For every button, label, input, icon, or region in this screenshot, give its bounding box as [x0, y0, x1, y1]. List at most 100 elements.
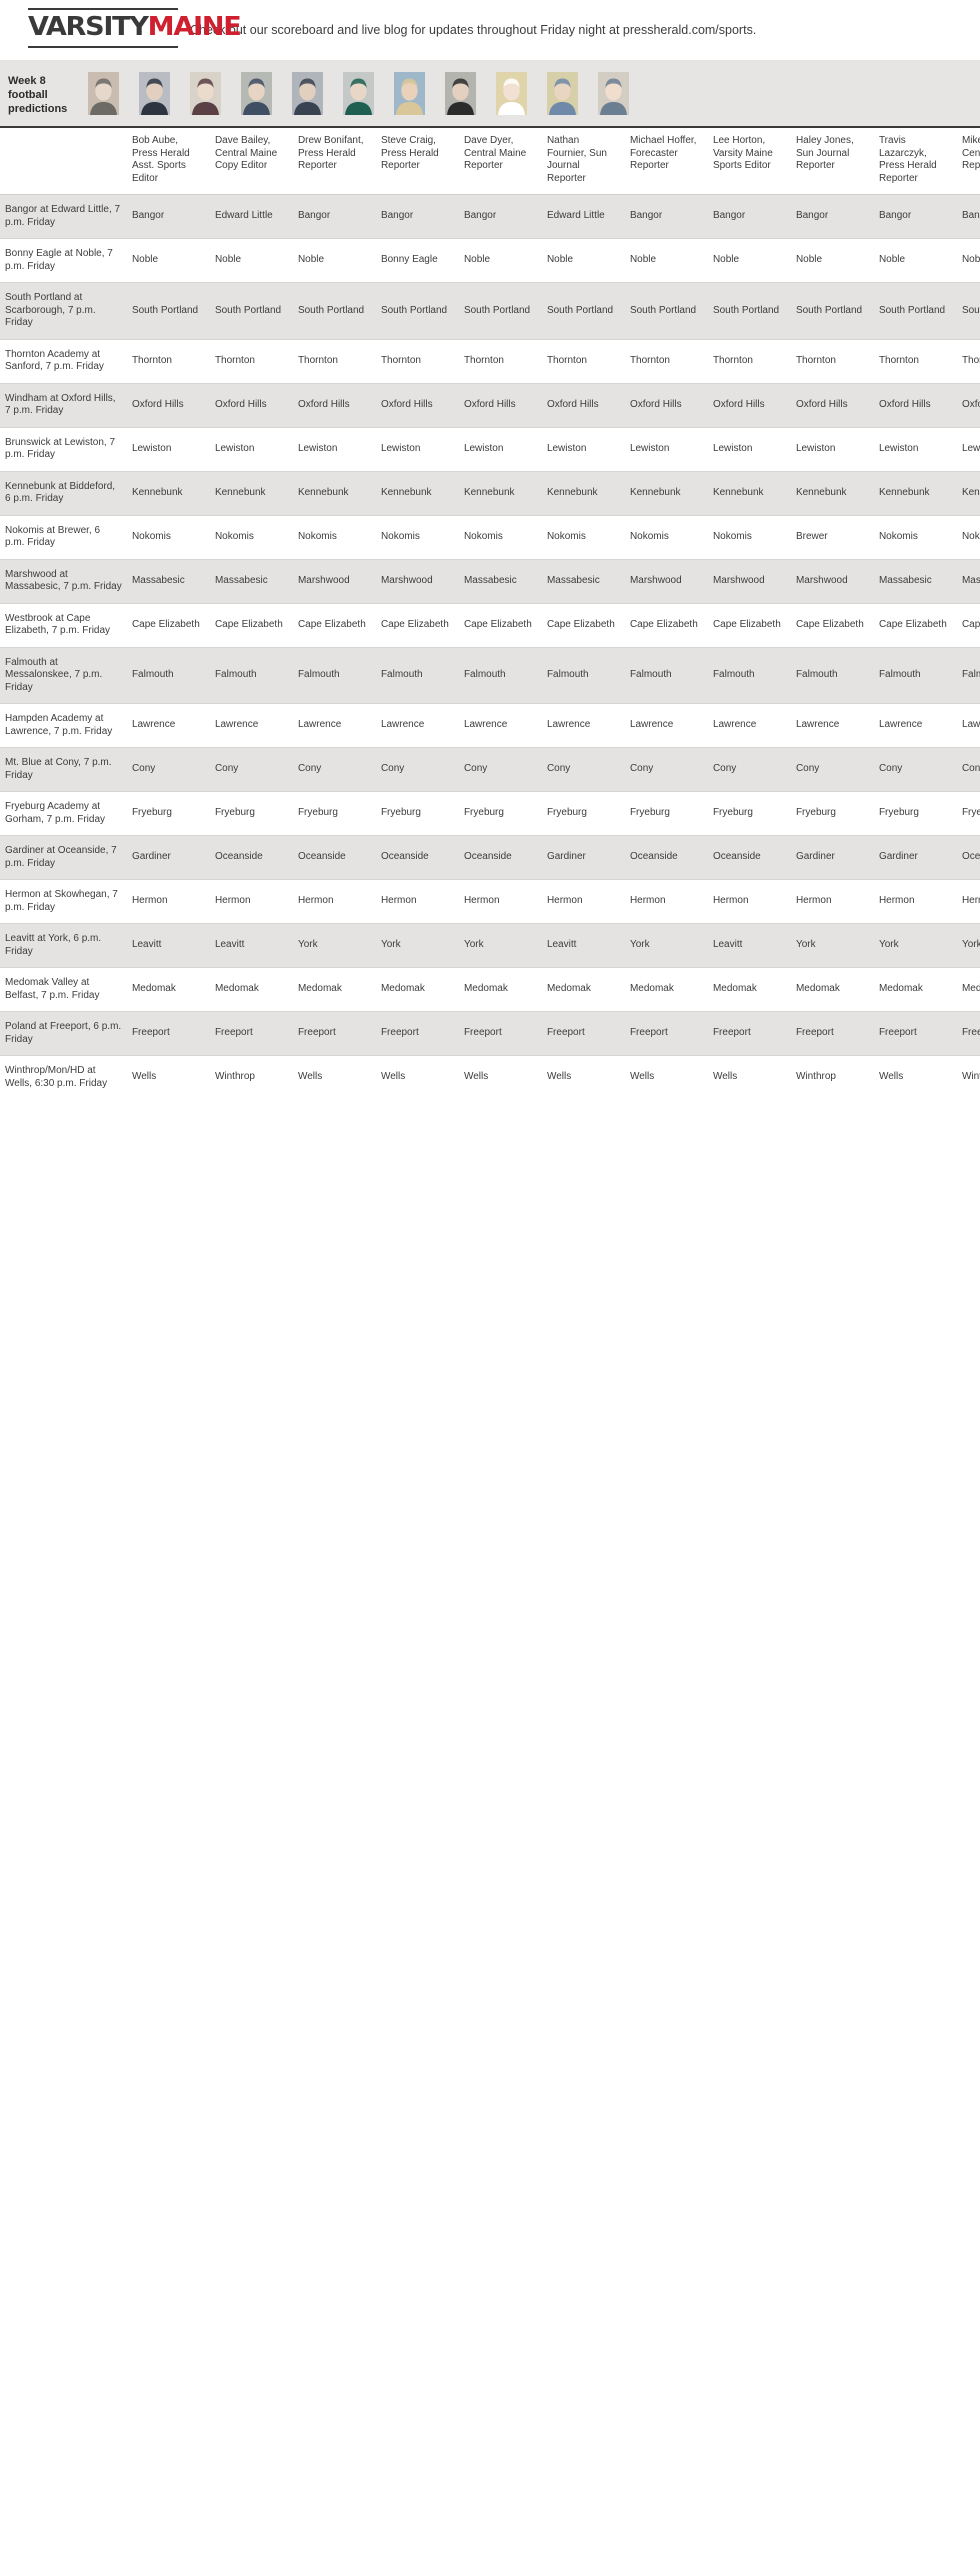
prediction-cell: Falmouth [126, 647, 210, 704]
prediction-cell: Massabesic [873, 559, 957, 603]
prediction-cell: Hermon [126, 879, 210, 924]
prediction-cell: Kennebunk [790, 471, 874, 515]
matchup-cell: Falmouth at Messalonskee, 7 p.m. Friday [0, 647, 127, 704]
matchup-cell: Mt. Blue at Cony, 7 p.m. Friday [0, 747, 127, 792]
prediction-cell: Freeport [541, 1011, 625, 1056]
prediction-cell: Winthrop [956, 1055, 980, 1099]
masthead: VARSITYMAINE Check out our scoreboard an… [0, 0, 980, 48]
avatar [547, 71, 578, 115]
prediction-cell: Medomak [458, 967, 542, 1012]
prediction-cell: Cony [458, 747, 542, 792]
prediction-cell: Thornton [541, 339, 625, 383]
avatar [292, 71, 323, 115]
prediction-cell: Leavitt [126, 923, 210, 968]
prediction-cell: Noble [209, 238, 293, 283]
table-row: Bonny Eagle at Noble, 7 p.m. Friday Noble… [0, 238, 980, 283]
prediction-cell: Bangor [375, 194, 459, 239]
prediction-cell: Cony [624, 747, 708, 792]
prediction-cell: Massabesic [126, 559, 210, 603]
prediction-cell: Oxford Hills [292, 383, 376, 427]
avatar [190, 71, 221, 115]
prediction-cell: Kennebunk [375, 471, 459, 515]
prediction-cell: Thornton [375, 339, 459, 383]
table-header-row: Bob Aube, Press Herald Asst. Sports Edit… [0, 128, 980, 195]
matchup-cell: South Portland at Scarborough, 7 p.m. Fr… [0, 282, 127, 339]
prediction-cell: Kennebunk [956, 471, 980, 515]
prediction-cell: Falmouth [956, 647, 980, 704]
prediction-cell: Falmouth [292, 647, 376, 704]
prediction-cell: Lawrence [790, 703, 874, 748]
headshot-cell [435, 60, 486, 126]
prediction-cell: Hermon [956, 879, 980, 924]
prediction-cell: Bangor [458, 194, 542, 239]
table-row: Marshwood at Massabesic, 7 p.m. Friday Ma… [0, 559, 980, 603]
varsity-maine-logo[interactable]: VARSITYMAINE [0, 8, 242, 48]
prediction-cell: Medomak [292, 967, 376, 1012]
prediction-cell: Cony [707, 747, 791, 792]
prediction-cell: Thornton [126, 339, 210, 383]
prediction-cell: Kennebunk [707, 471, 791, 515]
prediction-cell: Edward Little [541, 194, 625, 239]
prediction-cell: Kennebunk [126, 471, 210, 515]
prediction-cell: Marshwood [790, 559, 874, 603]
table-row: Bangor at Edward Little, 7 p.m. Friday Ba… [0, 194, 980, 239]
prediction-cell: Nokomis [458, 515, 542, 559]
prediction-cell: Thornton [209, 339, 293, 383]
prediction-cell: York [790, 923, 874, 968]
prediction-cell: Lewiston [956, 427, 980, 471]
prediction-cell: Kennebunk [624, 471, 708, 515]
prediction-cell: Nokomis [707, 515, 791, 559]
predictor-header-10: Travis Lazarczyk, Press Herald Reporter [873, 128, 957, 195]
prediction-cell: Cony [956, 747, 980, 792]
prediction-cell: Medomak [707, 967, 791, 1012]
prediction-cell: Marshwood [292, 559, 376, 603]
prediction-cell: South Portland [790, 282, 874, 339]
prediction-cell: Medomak [624, 967, 708, 1012]
prediction-cell: Freeport [209, 1011, 293, 1056]
prediction-cell: Gardiner [790, 835, 874, 880]
headshot-cell [78, 60, 129, 126]
prediction-cell: Wells [707, 1055, 791, 1099]
prediction-cell: Freeport [458, 1011, 542, 1056]
prediction-cell: South Portland [707, 282, 791, 339]
prediction-cell: Bonny Eagle [375, 238, 459, 283]
prediction-cell: Oxford Hills [790, 383, 874, 427]
avatar [496, 71, 527, 115]
prediction-cell: South Portland [541, 282, 625, 339]
avatar [241, 71, 272, 115]
predictor-header-11: Mike Mandell, Central Maine Reporter [956, 128, 980, 195]
headshot-cell [180, 60, 231, 126]
prediction-cell: Gardiner [873, 835, 957, 880]
prediction-cell: Wells [873, 1055, 957, 1099]
matchup-cell: Kennebunk at Biddeford, 6 p.m. Friday [0, 471, 127, 515]
prediction-cell: Oxford Hills [541, 383, 625, 427]
prediction-cell: Cape Elizabeth [956, 603, 980, 647]
headshot-cell [486, 60, 537, 126]
predictions-titlebar: Week 8 football predictions [0, 60, 980, 128]
headshot-cell [537, 60, 588, 126]
predictor-header-1: Bob Aube, Press Herald Asst. Sports Edit… [126, 128, 210, 195]
table-row: Westbrook at Cape Elizabeth, 7 p.m. Frid… [0, 603, 980, 647]
prediction-cell: Nokomis [126, 515, 210, 559]
prediction-cell: Lewiston [707, 427, 791, 471]
prediction-cell: Cape Elizabeth [209, 603, 293, 647]
prediction-cell: York [292, 923, 376, 968]
table-row: Falmouth at Messalonskee, 7 p.m. Friday F… [0, 647, 980, 704]
prediction-cell: York [873, 923, 957, 968]
prediction-cell: Kennebunk [873, 471, 957, 515]
prediction-cell: Fryeburg [541, 791, 625, 836]
prediction-cell: Lawrence [292, 703, 376, 748]
prediction-cell: Kennebunk [458, 471, 542, 515]
table-row: Thornton Academy at Sanford, 7 p.m. Frid… [0, 339, 980, 383]
prediction-cell: Thornton [292, 339, 376, 383]
prediction-cell: Cape Elizabeth [541, 603, 625, 647]
headshot-strip [78, 60, 639, 126]
prediction-cell: Hermon [375, 879, 459, 924]
prediction-cell: Cony [126, 747, 210, 792]
matchup-cell: Poland at Freeport, 6 p.m. Friday [0, 1011, 127, 1056]
prediction-cell: Lewiston [541, 427, 625, 471]
table-row: Winthrop/Mon/HD at Wells, 6:30 p.m. Frid… [0, 1055, 980, 1099]
varsity-maine-predictions-page: VARSITYMAINE Check out our scoreboard an… [0, 0, 980, 1099]
prediction-cell: South Portland [956, 282, 980, 339]
prediction-cell: Fryeburg [956, 791, 980, 836]
